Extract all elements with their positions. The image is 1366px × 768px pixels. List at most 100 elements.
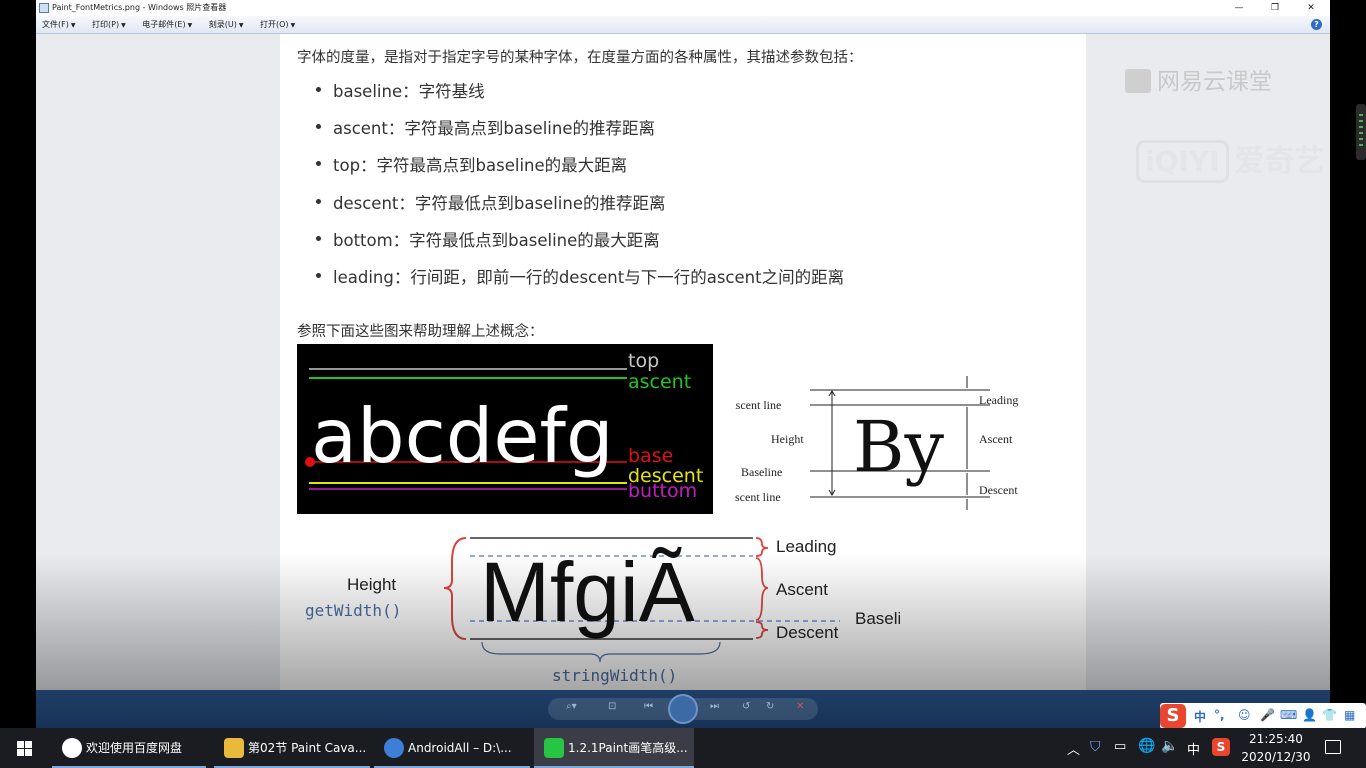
fit-window-icon[interactable]: ⊡ [608, 701, 616, 712]
microphone-icon[interactable]: 🎤 [1260, 708, 1275, 722]
intro-paragraph: 字体的度量，是指对于指定字号的某种字体，在度量方面的各种属性，其描述参数包括： [297, 50, 863, 66]
figure-sample-text: By [853, 406, 944, 488]
zoom-icon[interactable]: ⌕▾ [566, 701, 577, 712]
keyboard-icon[interactable]: ⌨ [1280, 708, 1297, 722]
taskbar: 欢迎使用百度网盘 第02节 Paint Cava... AndroidAll –… [0, 728, 1366, 768]
label-ascent: Ascent [776, 580, 828, 599]
title-bar: Paint_FontMetrics.png - Windows 照片查看器 — … [36, 0, 1330, 16]
definition-list: baseline：字符基线 ascent：字符最高点到baseline的推荐距离… [315, 78, 844, 301]
emoji-icon[interactable]: ☺ [1238, 708, 1251, 722]
photo-viewer-window: Paint_FontMetrics.png - Windows 照片查看器 — … [36, 0, 1330, 728]
taskbar-item-label: 1.2.1Paint画笔高级... [568, 741, 688, 755]
taskbar-item-folder[interactable]: 第02节 Paint Cava... [214, 728, 370, 768]
chevron-down-icon: ▼ [238, 22, 244, 29]
menu-email[interactable]: 电子邮件(E) ▼ [142, 16, 192, 35]
label-getwidth: getWidth() [305, 601, 401, 620]
windows-logo-icon [17, 741, 32, 756]
rotate-left-icon[interactable]: ↺ [742, 701, 750, 712]
android-studio-icon [384, 738, 404, 758]
chevron-down-icon: ▼ [70, 22, 76, 29]
netease-watermark: 网易云课堂 [1125, 62, 1272, 96]
label-top: top [628, 350, 659, 372]
volume-icon[interactable]: 🔈 [1161, 738, 1178, 754]
label-descent: Descent [776, 623, 839, 642]
help-icon[interactable]: ? [1311, 19, 1322, 30]
baidu-netdisk-icon [62, 738, 82, 758]
ime-toolbar: S 中 °, ☺ 🎤 ⌨ 👤 👕 ▦ [1160, 703, 1366, 729]
delete-icon[interactable]: ✕ [796, 701, 804, 712]
netease-logo-icon [1125, 69, 1151, 93]
label-ascent: Ascent [979, 432, 1013, 446]
taskbar-item-android-studio[interactable]: AndroidAll – D:\... [374, 728, 530, 768]
network-icon[interactable]: 🌐 [1138, 738, 1155, 754]
photo-viewer-app-icon [39, 3, 49, 13]
clock-date: 2020/12/30 [1241, 750, 1311, 764]
folder-icon [224, 738, 244, 758]
sogou-logo-icon[interactable]: S [1160, 704, 1186, 728]
chevron-down-icon: ▼ [290, 22, 296, 29]
label-ascent: ascent [628, 371, 691, 393]
side-scroll-handle[interactable] [1356, 104, 1366, 160]
system-clock[interactable]: 21:25:40 2020/12/30 [1236, 730, 1316, 766]
document-page: 字体的度量，是指对于指定字号的某种字体，在度量方面的各种属性，其描述参数包括： … [280, 34, 1086, 690]
desktop-screen: Paint_FontMetrics.png - Windows 照片查看器 — … [0, 0, 1366, 768]
figures-caption: 参照下面这些图来帮助理解上述概念： [297, 324, 544, 340]
window-title: Paint_FontMetrics.png - Windows 照片查看器 [52, 3, 227, 12]
label-leading: Leading [979, 393, 1018, 407]
figure-sample-text: MfgiÃ [480, 545, 695, 639]
taskbar-item-label: 欢迎使用百度网盘 [86, 741, 183, 755]
rotate-right-icon[interactable]: ↻ [766, 701, 774, 712]
label-baseline: Baseline [741, 465, 782, 479]
slideshow-button[interactable] [668, 694, 698, 724]
label-height: Height [347, 575, 396, 594]
skin-icon[interactable]: 👕 [1322, 708, 1337, 722]
close-button[interactable]: ✕ [1298, 0, 1324, 16]
ime-indicator[interactable]: 中 [1187, 739, 1200, 758]
next-icon[interactable]: ⏭ [710, 701, 719, 712]
chevron-down-icon: ▼ [187, 22, 193, 29]
restore-button[interactable]: ❐ [1262, 0, 1288, 16]
list-item: descent：字符最低点到baseline的推荐距离 [315, 190, 844, 227]
shield-icon[interactable]: ⛉ [1090, 739, 1101, 755]
label-baseline: Baseline [855, 609, 900, 628]
list-item: bottom：字符最低点到baseline的最大距离 [315, 227, 844, 264]
taskbar-item-label: 第02节 Paint Cava... [248, 741, 367, 755]
list-item: baseline：字符基线 [315, 78, 844, 115]
viewer-toolbar: ⌕▾ ⊡ ⏮ ⏭ ↺ ↻ ✕ [36, 690, 1330, 728]
ime-lang-toggle[interactable]: 中 [1194, 708, 1206, 725]
label-leading: Leading [776, 537, 837, 556]
sogou-tray-icon[interactable]: S [1212, 738, 1230, 756]
minimize-button[interactable]: — [1226, 0, 1252, 16]
user-icon[interactable]: 👤 [1302, 708, 1317, 722]
chevron-down-icon: ▼ [121, 22, 126, 29]
toolbox-icon[interactable]: ▦ [1344, 708, 1355, 722]
taskbar-item-iqiyi[interactable]: 1.2.1Paint画笔高级... [534, 728, 694, 768]
list-item: top：字符最高点到baseline的最大距离 [315, 152, 844, 189]
label-bottom: buttom [628, 480, 697, 502]
start-button[interactable] [0, 728, 48, 768]
battery-icon[interactable]: ▭ [1114, 739, 1126, 754]
list-item: leading：行间距，即前一行的descent与下一行的ascent之间的距离 [315, 264, 844, 301]
figure-sample-text: abcdefg [311, 392, 614, 480]
taskbar-item-label: AndroidAll – D:\... [408, 741, 512, 755]
menu-print[interactable]: 打印(P) ▼ [92, 16, 126, 35]
font-metrics-figure-dark: abcdefg top ascent base descent buttom [297, 344, 713, 514]
iqiyi-icon [544, 738, 564, 758]
notification-icon[interactable] [1325, 740, 1341, 754]
label-stringwidth: stringWidth() [552, 666, 677, 685]
clock-time: 21:25:40 [1249, 732, 1303, 746]
menu-open[interactable]: 打开(O) ▼ [260, 16, 295, 35]
menu-bar: 文件(F) ▼ 打印(P) ▼ 电子邮件(E) ▼ 刻录(U) ▼ 打开(O) ▼ ? [36, 16, 1330, 34]
taskbar-item-baidu[interactable]: 欢迎使用百度网盘 [52, 728, 206, 768]
list-item: ascent：字符最高点到baseline的推荐距离 [315, 115, 844, 152]
label-descent-line: Descent line [735, 490, 781, 504]
menu-file[interactable]: 文件(F) ▼ [42, 16, 75, 35]
window-controls: — ❐ ✕ [1226, 0, 1324, 16]
punctuation-icon[interactable]: °, [1214, 708, 1225, 722]
menu-burn[interactable]: 刻录(U) ▼ [209, 16, 244, 35]
font-metrics-figure-serif: By Ascent line Height Baseline Descent l… [721, 370, 1050, 520]
font-metrics-figure-java: MfgiÃ Height getWidth() Leading Ascent B… [300, 532, 920, 690]
previous-icon[interactable]: ⏮ [644, 701, 653, 712]
chevron-up-icon[interactable]: ︿ [1067, 739, 1080, 758]
iqiyi-logo: iQIYI [1136, 140, 1229, 183]
